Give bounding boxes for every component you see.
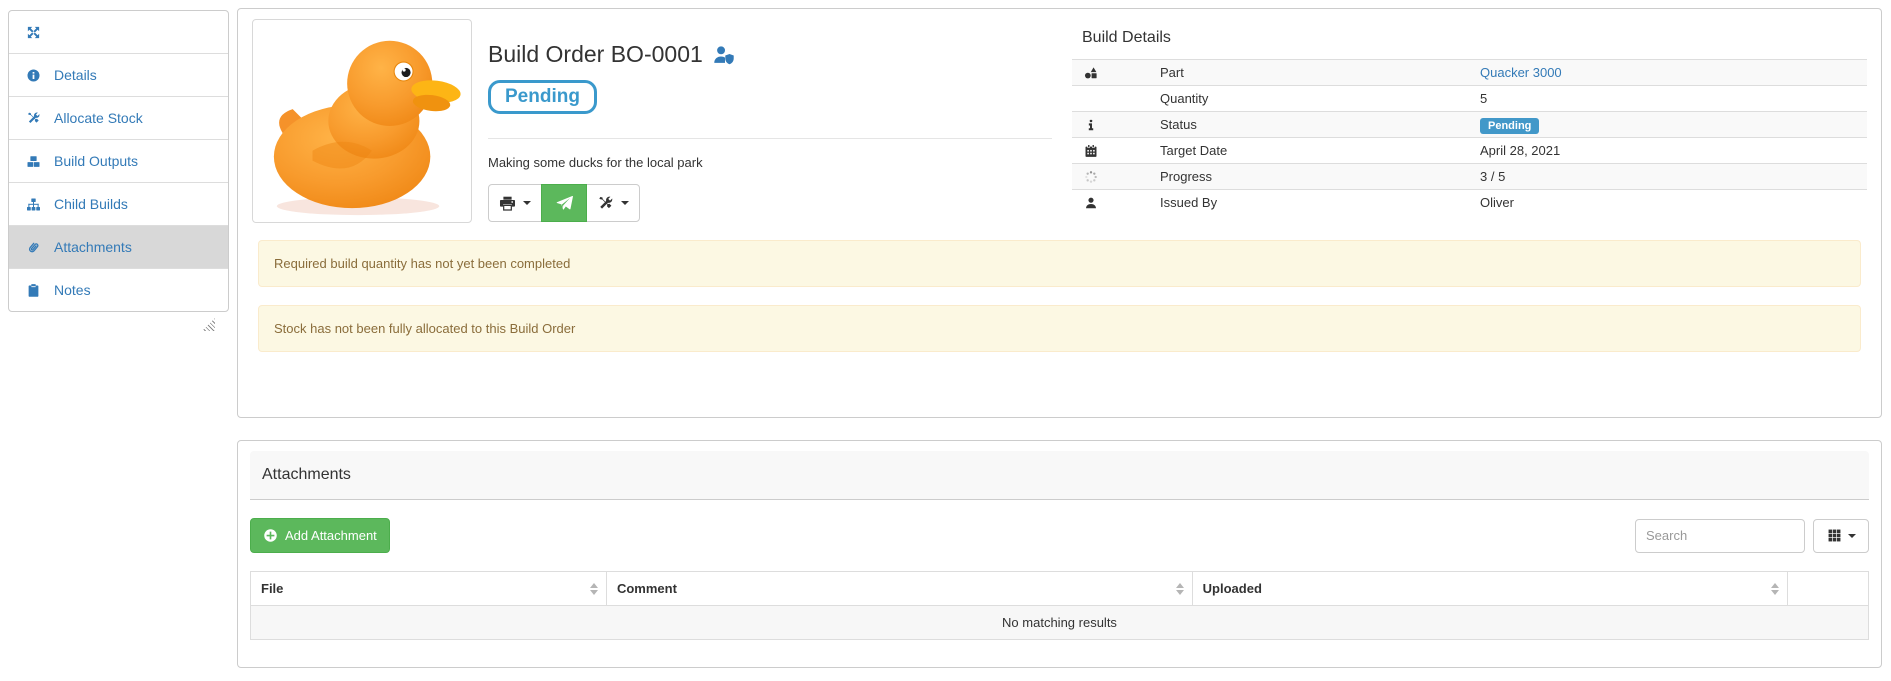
detail-value: Quacker 3000 [1480,65,1867,80]
paper-plane-icon [556,195,573,212]
status-badge: Pending [1480,118,1539,134]
print-button[interactable] [488,184,542,222]
sidebar-item-build-outputs[interactable]: Build Outputs [9,139,228,182]
warning-alert: Required build quantity has not yet been… [258,240,1861,287]
status-badge-outline: Pending [488,80,597,114]
build-details-heading: Build Details [1082,29,1867,47]
detail-value: 3 / 5 [1480,169,1867,184]
detail-icon-cell [1072,170,1160,184]
column-header-comment[interactable]: Comment [606,572,1192,606]
shapes-icon [1084,66,1160,80]
table-row: No matching results [251,606,1869,640]
detail-row-quantity: Quantity5 [1072,85,1867,111]
sidebar-item-label: Build Outputs [54,153,138,169]
sitemap-icon [26,197,41,212]
sidebar-expand-button[interactable] [9,11,228,53]
detail-value: April 28, 2021 [1480,143,1867,158]
detail-value: Pending [1480,117,1867,132]
detail-icon-cell [1072,196,1160,210]
sidebar-item-label: Details [54,67,97,83]
caret-down-icon [621,201,629,205]
part-thumbnail[interactable] [252,19,472,223]
build-actions-button[interactable] [586,184,640,222]
warning-alert: Stock has not been fully allocated to th… [258,305,1861,352]
calendar-icon [1084,144,1160,158]
tools-icon [26,111,41,126]
detail-row-status: StatusPending [1072,111,1867,137]
spinner-icon [1084,170,1160,184]
attachments-table: File Comment Uploaded No matching results [250,571,1869,640]
detail-label: Status [1160,117,1480,132]
add-attachment-label: Add Attachment [285,528,377,543]
clipboard-icon [26,283,41,298]
build-order-panel: Build Order BO-0001 Pending Making some … [237,8,1882,418]
sidebar-resize-handle[interactable] [202,318,215,331]
send-button[interactable] [541,184,587,222]
expand-arrows-icon [26,25,41,40]
detail-icon-cell [1072,144,1160,158]
sidebar-item-label: Notes [54,282,91,298]
search-input[interactable] [1635,519,1805,553]
part-link[interactable]: Quacker 3000 [1480,65,1562,80]
column-header-file[interactable]: File [251,572,607,606]
detail-value: 5 [1480,91,1867,106]
detail-icon-cell [1072,66,1160,80]
column-select-button[interactable] [1813,519,1869,553]
printer-icon [499,195,516,212]
attachments-heading: Attachments [250,451,1869,500]
detail-row-target-date: Target DateApril 28, 2021 [1072,137,1867,163]
detail-value: Oliver [1480,195,1867,210]
build-description: Making some ducks for the local park [488,155,1052,170]
detail-label: Issued By [1160,195,1480,210]
column-header-label: File [261,581,283,596]
column-header-label: Comment [617,581,677,596]
sidebar-item-child-builds[interactable]: Child Builds [9,182,228,225]
attachments-panel: Attachments Add Attachment File Comment Up… [237,440,1882,668]
alert-list: Required build quantity has not yet been… [252,240,1867,352]
detail-label: Quantity [1160,91,1480,106]
detail-row-part: PartQuacker 3000 [1072,59,1867,85]
boxes-icon [26,154,41,169]
duck-image [253,20,471,222]
sidebar-item-label: Child Builds [54,196,128,212]
info-icon [1084,118,1160,132]
column-header-label: Uploaded [1203,581,1262,596]
sort-icon [1176,583,1184,595]
sort-icon [1771,583,1779,595]
sidebar-item-details[interactable]: Details [9,53,228,96]
detail-label: Progress [1160,169,1480,184]
caret-down-icon [1848,534,1856,538]
detail-row-issued-by: Issued ByOliver [1072,189,1867,215]
sort-icon [590,583,598,595]
detail-label: Target Date [1160,143,1480,158]
paperclip-icon [26,240,41,255]
build-details-panel: Build Details PartQuacker 3000Quantity5S… [1072,19,1867,223]
page-title: Build Order BO-0001 [488,41,703,68]
tools-icon [597,195,614,212]
user-shield-icon [713,44,735,66]
header-divider [488,138,1052,139]
add-attachment-button[interactable]: Add Attachment [250,518,390,553]
no-results-message: No matching results [251,606,1869,640]
sidebar-item-allocate-stock[interactable]: Allocate Stock [9,96,228,139]
plus-circle-icon [263,528,278,543]
action-button-group [488,184,1052,222]
sidebar-item-label: Allocate Stock [54,110,143,126]
column-header-actions-empty [1788,572,1869,606]
column-header-uploaded[interactable]: Uploaded [1192,572,1787,606]
detail-row-progress: Progress3 / 5 [1072,163,1867,189]
caret-down-icon [523,201,531,205]
sidebar: Details Allocate Stock Build Outputs Child … [8,10,229,312]
grid-icon [1827,528,1842,543]
sidebar-item-notes[interactable]: Notes [9,268,228,311]
detail-icon-cell [1072,118,1160,132]
sidebar-item-label: Attachments [54,239,132,255]
info-circle-icon [26,68,41,83]
sidebar-item-attachments[interactable]: Attachments [9,225,228,268]
detail-label: Part [1160,65,1480,80]
user-icon [1084,196,1160,210]
